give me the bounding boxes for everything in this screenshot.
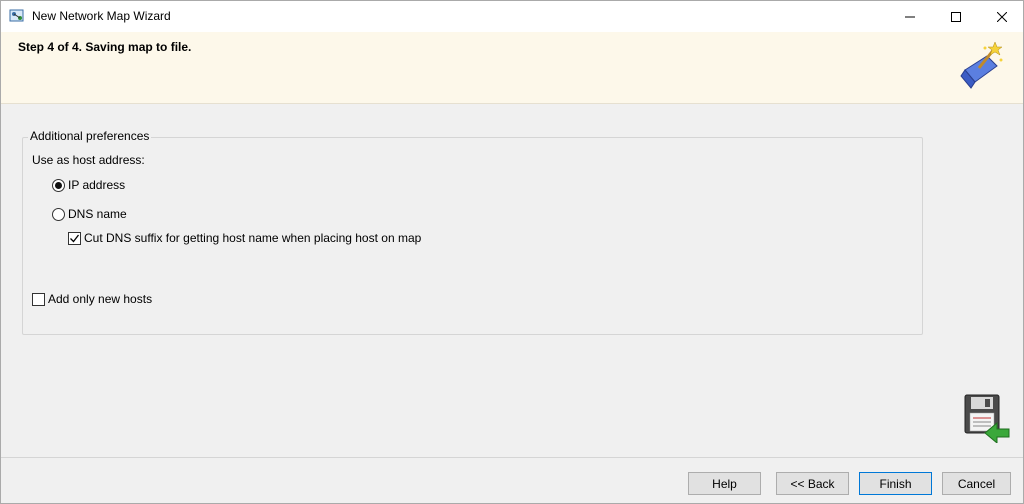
- finish-button[interactable]: Finish: [859, 472, 932, 495]
- footer-divider: [1, 457, 1023, 458]
- checkmark-icon: [70, 234, 80, 242]
- radio-dns-name[interactable]: DNS name: [52, 207, 127, 221]
- wizard-wand-icon: [957, 41, 1005, 96]
- group-label: Additional preferences: [28, 129, 152, 143]
- help-button[interactable]: Help: [688, 472, 761, 495]
- checkbox-add-only-new-hosts[interactable]: Add only new hosts: [32, 292, 152, 306]
- radio-dns-label[interactable]: DNS name: [68, 207, 127, 221]
- host-address-label: Use as host address:: [32, 153, 145, 167]
- radio-circle[interactable]: [52, 178, 65, 192]
- checkbox-box[interactable]: [32, 292, 45, 306]
- radio-circle[interactable]: [52, 207, 65, 221]
- title-bar[interactable]: New Network Map Wizard: [1, 1, 1023, 32]
- wizard-header: Step 4 of 4. Saving map to file.: [1, 32, 1023, 104]
- radio-ip-address[interactable]: IP address: [52, 178, 125, 192]
- close-button[interactable]: [979, 1, 1024, 32]
- checkbox-cut-dns-suffix[interactable]: Cut DNS suffix for getting host name whe…: [68, 231, 421, 245]
- maximize-button[interactable]: [933, 1, 979, 32]
- cut-dns-label[interactable]: Cut DNS suffix for getting host name whe…: [84, 231, 421, 245]
- cancel-button[interactable]: Cancel: [942, 472, 1011, 495]
- back-button[interactable]: << Back: [776, 472, 849, 495]
- radio-selected-dot: [55, 181, 62, 189]
- step-title: Step 4 of 4. Saving map to file.: [18, 40, 192, 54]
- minimize-button[interactable]: [887, 1, 933, 32]
- add-new-hosts-label[interactable]: Add only new hosts: [48, 292, 152, 306]
- checkbox-box[interactable]: [68, 231, 81, 245]
- wizard-window: New Network Map Wizard Step 4 of 4. Savi…: [0, 0, 1024, 504]
- window-title: New Network Map Wizard: [32, 9, 171, 23]
- floppy-save-icon: [963, 393, 1011, 445]
- network-map-icon: [9, 8, 25, 24]
- radio-ip-label[interactable]: IP address: [68, 178, 125, 192]
